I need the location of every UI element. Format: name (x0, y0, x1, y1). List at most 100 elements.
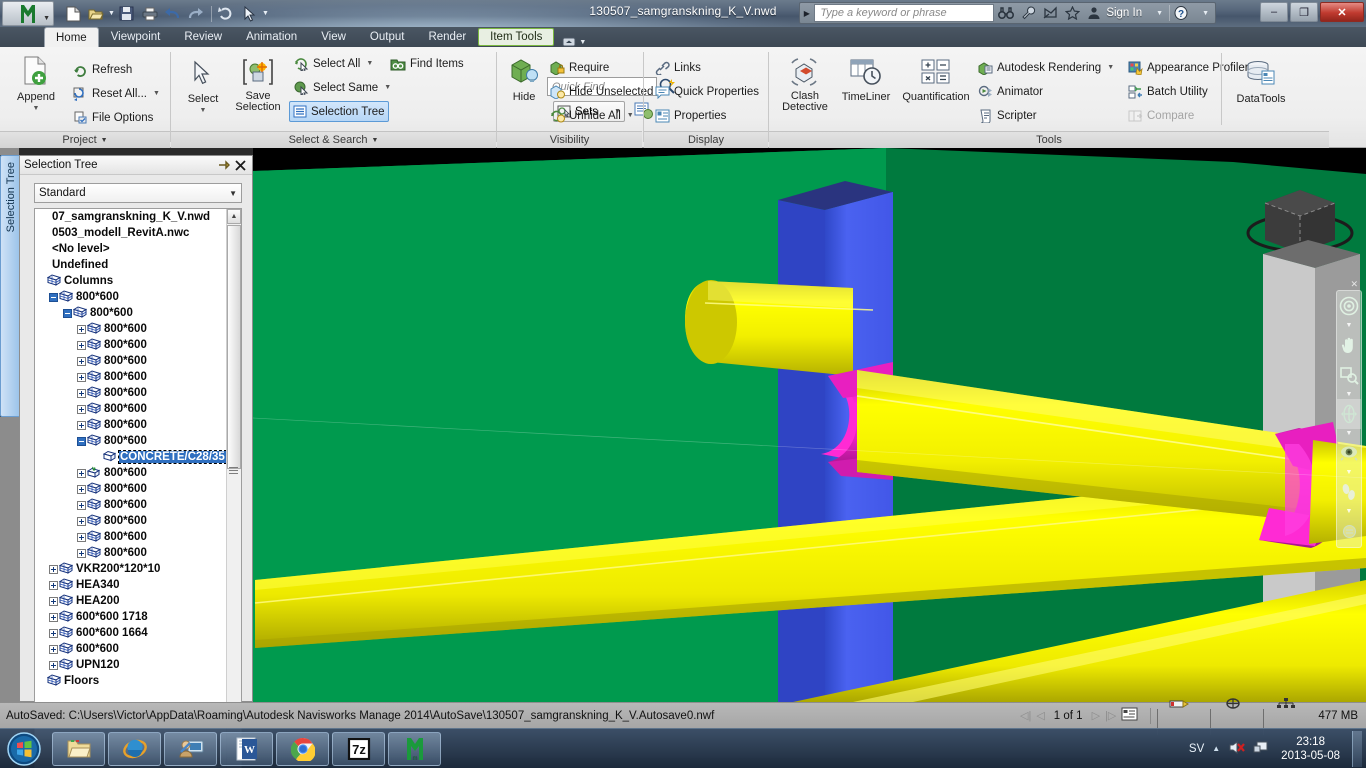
tab-render[interactable]: Render (416, 27, 478, 47)
expand-toggle-icon[interactable] (77, 324, 86, 334)
tree-row[interactable]: 800*600 (35, 401, 228, 417)
help-caret-icon[interactable]: ▼ (1192, 10, 1215, 17)
expand-toggle-icon[interactable] (77, 468, 86, 478)
select-caret-icon[interactable]: ▼ (200, 105, 207, 117)
first-sheet-icon[interactable]: ◁| (1020, 709, 1031, 722)
group-label-project[interactable]: Project ▼ (0, 131, 170, 148)
open-icon[interactable] (85, 3, 107, 24)
collapse-toggle-icon[interactable] (77, 436, 86, 446)
tree-row[interactable]: 800*600 (35, 417, 228, 433)
close-icon[interactable] (232, 158, 248, 173)
file-options-button[interactable]: File Options (70, 107, 156, 128)
unhide-all-button[interactable]: Unhide All ▼ (547, 105, 637, 126)
user-account-icon[interactable] (1083, 3, 1105, 23)
select-same-button[interactable]: Select Same ▼ (291, 77, 394, 98)
tab-review[interactable]: Review (172, 27, 234, 47)
hide-unselected-button[interactable]: Hide Unselected (547, 81, 656, 102)
undo-icon[interactable] (162, 3, 184, 24)
steering-wheel-icon[interactable] (1337, 291, 1361, 321)
tree-row[interactable]: 600*600 (35, 641, 228, 657)
7zip-icon[interactable]: 7z (332, 731, 385, 766)
animator-button[interactable]: Animator (975, 81, 1046, 102)
append-button[interactable]: Append ▼ (8, 55, 64, 115)
tree-row[interactable]: 800*600 (35, 305, 228, 321)
expand-toggle-icon[interactable] (77, 420, 86, 430)
unhide-all-caret-icon[interactable]: ▼ (627, 112, 634, 119)
tree-row[interactable]: 800*600 (35, 465, 228, 481)
3d-viewport[interactable]: ✕ ▼ ▼ ▼ ▼ ▼ (253, 148, 1366, 702)
sign-in-caret-icon[interactable]: ▼ (1146, 10, 1169, 17)
orbit-caret-icon[interactable]: ▼ (1337, 429, 1361, 438)
tree-row[interactable]: Undefined (35, 257, 228, 273)
sign-in-button[interactable]: Sign In (1105, 7, 1146, 19)
expand-toggle-icon[interactable] (77, 484, 86, 494)
batch-utility-button[interactable]: Batch Utility (1125, 81, 1211, 102)
select-button[interactable]: Select ▼ (179, 57, 227, 117)
scroll-up-button[interactable]: ▲ (227, 209, 241, 224)
selection-tree-list[interactable]: 07_samgranskning_K_V.nwd 0503_modell_Revi… (35, 209, 228, 768)
collapse-toggle-icon[interactable] (49, 292, 58, 302)
internet-explorer-icon[interactable] (108, 731, 161, 766)
dock-tab-selection-tree[interactable]: Selection Tree (0, 155, 19, 417)
open-caret-icon[interactable]: ▼ (108, 10, 115, 17)
tab-animation[interactable]: Animation (234, 27, 309, 47)
refresh-button[interactable]: Refresh (70, 59, 135, 80)
tab-output[interactable]: Output (358, 27, 417, 47)
start-orb-icon[interactable] (2, 731, 46, 767)
zoom-caret-icon[interactable]: ▼ (1337, 390, 1361, 399)
tree-row[interactable]: 800*600 (35, 433, 228, 449)
expand-toggle-icon[interactable] (49, 644, 58, 654)
reset-all-button[interactable]: Reset All... ▼ (70, 83, 163, 104)
expand-toggle-icon[interactable] (49, 660, 58, 670)
tab-view[interactable]: View (309, 27, 358, 47)
tree-row[interactable]: 800*600 (35, 289, 228, 305)
minimize-button[interactable]: – (1260, 2, 1288, 22)
ribbon-display-options[interactable]: ▼ (554, 37, 594, 47)
tree-row[interactable]: 800*600 (35, 353, 228, 369)
select-icon[interactable] (239, 3, 261, 24)
select-all-button[interactable]: Select All ▼ (291, 53, 376, 74)
find-items-button[interactable]: Find Items (387, 53, 467, 74)
links-button[interactable]: Links (652, 57, 704, 78)
quantification-button[interactable]: Quantification (897, 55, 975, 103)
tree-row[interactable]: VKR200*120*10 (35, 561, 228, 577)
vertical-scroll-thumb[interactable] (227, 225, 241, 469)
expand-toggle-icon[interactable] (77, 404, 86, 414)
tree-row[interactable]: HEA340 (35, 577, 228, 593)
tree-row[interactable]: UPN120 (35, 657, 228, 673)
group-label-select-search[interactable]: Select & Search ▼ (171, 131, 496, 148)
autodesk-rendering-button[interactable]: Autodesk Rendering ▼ (975, 57, 1117, 78)
tree-row[interactable]: <No level> (35, 241, 228, 257)
print-icon[interactable] (139, 3, 161, 24)
show-hidden-icons-icon[interactable]: ▲ (1212, 744, 1220, 753)
select-all-caret-icon[interactable]: ▼ (366, 60, 373, 67)
close-button[interactable]: ✕ (1320, 2, 1364, 22)
communication-center-icon[interactable] (1039, 3, 1061, 23)
auto-hide-pin-icon[interactable] (216, 158, 232, 173)
refresh-icon[interactable] (216, 3, 238, 24)
sheet-browser-icon[interactable] (1121, 707, 1138, 724)
favorites-star-icon[interactable] (1061, 3, 1083, 23)
application-menu-button[interactable]: ▼ (2, 1, 54, 26)
timeliner-button[interactable]: TimeLiner (835, 55, 897, 103)
expand-toggle-icon[interactable] (49, 612, 58, 622)
input-language[interactable]: SV (1189, 743, 1204, 755)
tree-row[interactable]: Columns (35, 273, 228, 289)
expand-toggle-icon[interactable] (49, 580, 58, 590)
tree-row[interactable]: 800*600 (35, 481, 228, 497)
expand-toggle-icon[interactable] (77, 532, 86, 542)
subscription-wrench-icon[interactable] (1017, 3, 1039, 23)
search-input[interactable]: Type a keyword or phrase (814, 4, 995, 22)
append-caret-icon[interactable]: ▼ (33, 103, 40, 115)
tree-row[interactable]: 0503_modell_RevitA.nwc (35, 225, 228, 241)
tree-row[interactable]: 800*600 (35, 337, 228, 353)
hide-button[interactable]: Hide (503, 55, 545, 103)
expand-toggle-icon[interactable] (77, 388, 86, 398)
show-desktop-button[interactable] (1352, 730, 1362, 767)
pan-icon[interactable] (1337, 330, 1361, 360)
tree-mode-select[interactable]: Standard ▼ (34, 183, 242, 203)
select-same-caret-icon[interactable]: ▼ (384, 84, 391, 91)
look-icon[interactable] (1337, 438, 1361, 468)
tree-row[interactable]: 600*600 1664 (35, 625, 228, 641)
restore-button[interactable]: ❐ (1290, 2, 1318, 22)
